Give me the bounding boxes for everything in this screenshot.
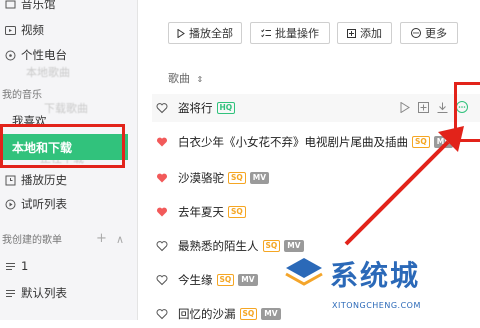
heart-outline-icon[interactable] [156,308,168,320]
watermark-logo-icon [285,258,323,286]
history-icon [4,174,16,186]
playlist-icon [4,198,16,210]
sidebar-item-trial-list[interactable]: 试听列表 [0,193,137,215]
sq-badge: SQ [216,274,235,286]
download-icon[interactable] [437,102,448,113]
batch-operation-label: 批量操作 [275,27,319,40]
batch-icon [261,28,271,37]
add-icon [347,28,356,38]
sidebar-item-label: 默认列表 [21,286,67,300]
sq-badge: SQ [228,206,246,218]
add-to-list-icon[interactable] [418,101,429,113]
mv-badge[interactable]: MV [249,172,270,184]
song-title: 最熟悉的陌生人 [178,239,259,253]
sidebar-item-label: 视频 [21,23,44,37]
radio-icon [4,49,16,61]
ghost-text: 本地歌曲 [26,66,70,79]
list-icon [4,260,16,272]
mv-badge[interactable]: MV [238,274,258,286]
heart-filled-icon[interactable] [156,172,168,184]
sidebar-item-label: 播放历史 [21,173,67,187]
sq-badge: SQ [239,308,258,320]
heart-filled-icon[interactable] [156,136,168,148]
sort-icon: ⇕ [196,75,204,84]
list-icon [4,287,16,299]
music-hall-icon [4,0,16,10]
sq-badge: SQ [262,240,281,252]
table-row[interactable]: 盗将行 HQ [152,94,480,122]
watermark-title: 系统城 [330,259,421,292]
sidebar-item-playlist[interactable]: 1 [0,255,137,277]
sidebar-item-radio[interactable]: 个性电台 [0,44,137,66]
sidebar-item-music-hall[interactable]: 音乐馆 [0,0,137,15]
table-row[interactable]: 回忆的沙漏 SQ MV [156,300,480,328]
created-playlists-header: 我创建的歌单 [2,235,62,246]
sidebar-item-label: 音乐馆 [21,0,56,11]
annotation-arrow [344,126,464,246]
annotation-box-sidebar [0,124,125,168]
sidebar-item-label: 1 [21,259,29,273]
heart-outline-icon[interactable] [156,240,168,252]
sq-badge: SQ [228,172,246,184]
add-playlist-button[interactable]: + [96,231,107,246]
mv-badge[interactable]: MV [261,308,281,320]
sidebar-item-default-list[interactable]: 默认列表 [0,282,137,304]
heart-outline-icon[interactable] [156,274,168,286]
sidebar-item-label: 试听列表 [21,197,67,211]
watermark-subtitle: XITONGCHENG.COM [332,301,421,310]
more-icon [411,28,421,38]
sidebar-item-label: 个性电台 [21,48,67,62]
song-title: 今生缘 [178,273,213,287]
more-label: 更多 [425,27,447,40]
sidebar-item-video[interactable]: 视频 [0,19,137,41]
song-title: 沙漠骆驼 [178,171,224,185]
batch-operation-button[interactable]: 批量操作 [250,22,330,44]
heart-outline-icon[interactable] [156,102,168,114]
collapse-icon[interactable]: ∧ [116,233,124,246]
sidebar-item-history[interactable]: 播放历史 [0,169,137,191]
play-icon [177,28,185,38]
play-icon[interactable] [400,101,410,113]
heart-filled-icon[interactable] [156,206,168,218]
add-button[interactable]: 添加 [337,22,392,44]
column-header-song[interactable]: 歌曲 ⇕ [168,70,203,86]
mv-badge[interactable]: MV [284,240,304,252]
song-title: 去年夏天 [178,205,224,219]
song-title: 盗将行 [178,101,213,115]
my-music-header: 我的音乐 [2,90,42,101]
add-label: 添加 [360,27,382,40]
video-icon [4,24,16,36]
more-button[interactable]: 更多 [400,22,458,44]
hq-badge: HQ [216,102,236,114]
play-all-label: 播放全部 [189,27,233,40]
play-all-button[interactable]: 播放全部 [168,22,242,44]
